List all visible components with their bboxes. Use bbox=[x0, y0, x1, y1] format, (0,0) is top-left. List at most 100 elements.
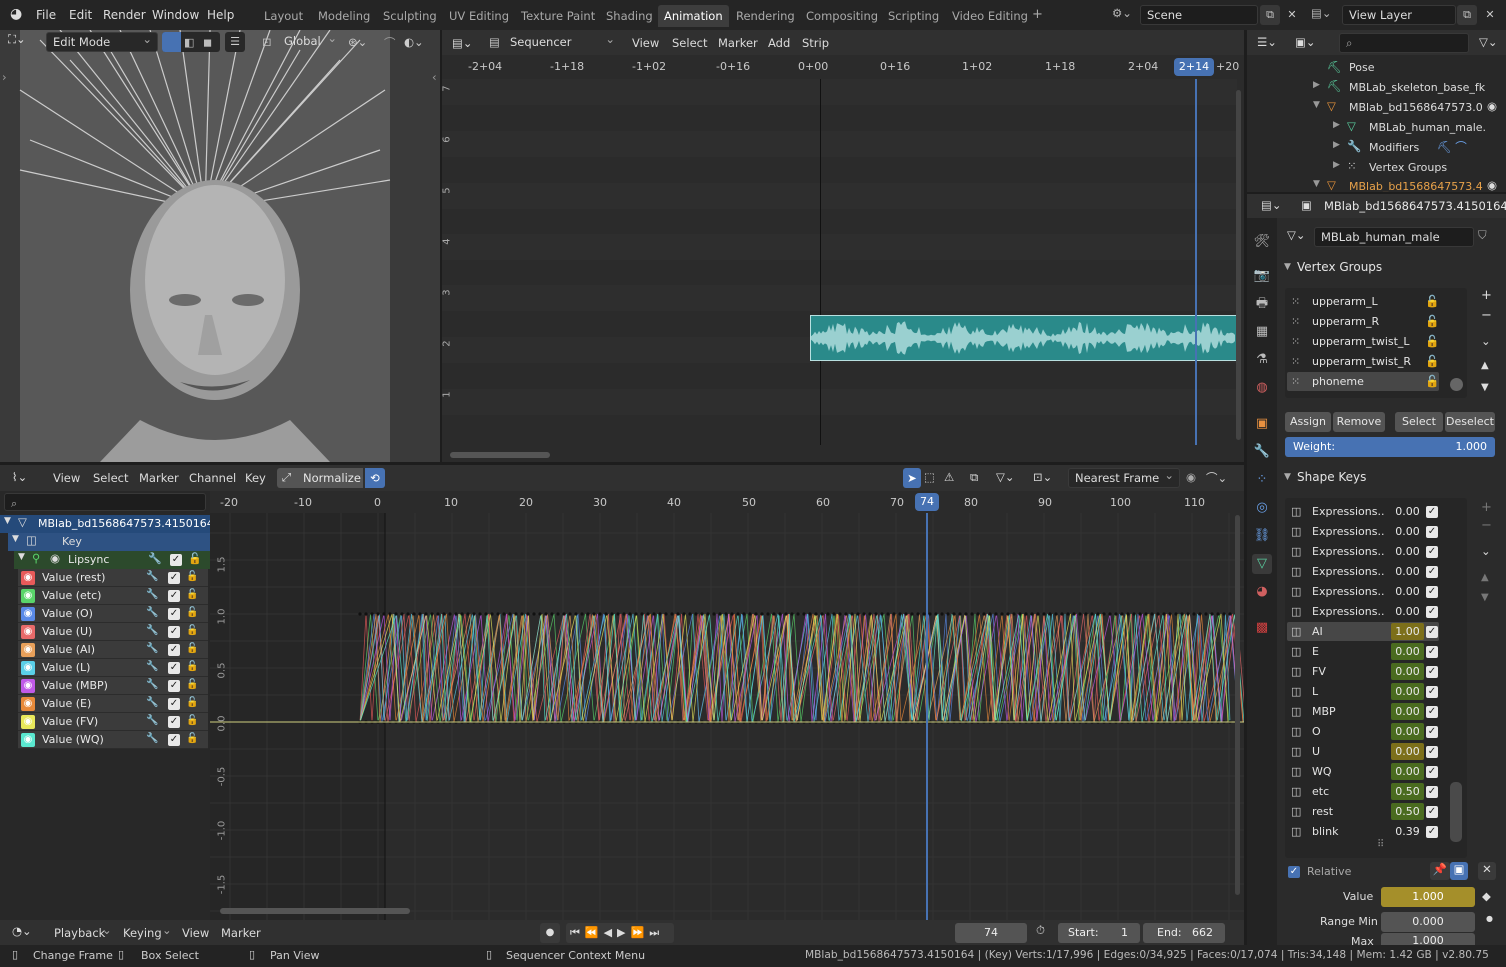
modifier-wrench-icon[interactable]: 🔧 bbox=[146, 733, 158, 744]
new-scene-icon[interactable]: ⧉ bbox=[1260, 5, 1280, 25]
menu-edit[interactable]: Edit bbox=[69, 8, 92, 22]
fcurve-channel[interactable]: ◉ Value (U) 🔧 ✓ 🔓 bbox=[18, 623, 208, 641]
shape-key-mute-checkbox[interactable]: ✓ bbox=[1426, 826, 1438, 838]
modifier-wrench-icon[interactable]: 🔧 bbox=[148, 552, 162, 565]
weight-slider[interactable]: Weight: 1.000 bbox=[1285, 437, 1495, 457]
lock-icon[interactable]: 🔓 bbox=[1425, 332, 1439, 351]
face-select-icon[interactable]: ◼ bbox=[203, 36, 212, 49]
deselect-button[interactable]: Deselect bbox=[1445, 412, 1495, 432]
seq-menu-add[interactable]: Add bbox=[768, 36, 790, 50]
viewport-3d[interactable]: ⛶⌄ Edit Mode ◧ ◼ ☰ ⊡ Global ⊛⌄ ⌒ ◐⌄ ‹ › bbox=[0, 30, 440, 462]
channel-region[interactable]: ⌕ ▼ ▽ MBlab_bd1568647573.4150164 ▼ ◫ Key… bbox=[0, 491, 214, 920]
shape-key-row[interactable]: ◫ WQ 0.00 ✓ bbox=[1287, 762, 1439, 781]
shape-key-value[interactable]: 0.00 bbox=[1391, 583, 1424, 600]
visibility-eye-icon[interactable]: ◉ bbox=[21, 697, 35, 711]
sequencer-editor-icon[interactable]: ▤⌄ bbox=[452, 36, 473, 50]
visibility-eye-icon[interactable]: ◉ bbox=[21, 625, 35, 639]
tab-uv-editing[interactable]: UV Editing bbox=[443, 5, 515, 27]
outliner-item[interactable]: MBLab_human_male. bbox=[1369, 121, 1486, 134]
proportional-edit-icon[interactable]: ◉ bbox=[1186, 470, 1196, 484]
lock-icon[interactable]: 🔓 bbox=[1425, 312, 1439, 331]
object-tab-icon[interactable]: ▣ bbox=[1252, 414, 1272, 434]
move-up-icon[interactable]: ▲ bbox=[1481, 360, 1489, 371]
tab-texture-paint[interactable]: Texture Paint bbox=[515, 5, 601, 27]
shape-key-row-active[interactable]: ◫ AI 1.00 ✓ bbox=[1287, 622, 1439, 641]
edit-mode-icon[interactable]: ▣ bbox=[1450, 862, 1468, 880]
shape-key-value[interactable]: 0.00 bbox=[1391, 663, 1424, 680]
shape-key-value[interactable]: 0.00 bbox=[1391, 743, 1424, 760]
shape-move-up-icon[interactable]: ▲ bbox=[1481, 572, 1489, 583]
menu-render[interactable]: Render bbox=[103, 8, 146, 22]
shape-keys-scrollbar[interactable] bbox=[1450, 782, 1462, 842]
world-tab-icon[interactable]: ◍ bbox=[1252, 378, 1272, 398]
physics-tab-icon[interactable]: ◎ bbox=[1252, 498, 1272, 518]
data-tab-icon[interactable]: ▽ bbox=[1252, 554, 1272, 574]
shape-key-row[interactable]: ◫ Expressions.. 0.00 ✓ bbox=[1287, 582, 1439, 601]
menu-file[interactable]: File bbox=[36, 8, 56, 22]
modifier-wrench-icon[interactable]: 🔧 bbox=[146, 697, 158, 708]
delete-view-layer-icon[interactable]: ✕ bbox=[1480, 5, 1500, 25]
fcurve-channel[interactable]: ◉ Value (AI) 🔧 ✓ 🔓 bbox=[18, 641, 208, 659]
fcurve-channel[interactable]: ◉ Value (rest) 🔧 ✓ 🔓 bbox=[18, 569, 208, 587]
mode-dropdown[interactable]: Edit Mode bbox=[46, 30, 158, 52]
scene-field[interactable]: Scene bbox=[1140, 5, 1258, 25]
add-vertex-group-icon[interactable]: + bbox=[1481, 288, 1492, 303]
panel-collapse-icon[interactable]: ▼ bbox=[1284, 262, 1291, 272]
timeline-menu-view[interactable]: View bbox=[182, 926, 209, 940]
shape-specials-icon[interactable]: ⌄ bbox=[1481, 544, 1491, 558]
properties-editor-icon[interactable]: ▤⌄ bbox=[1261, 198, 1282, 212]
remove-shape-key-icon[interactable]: − bbox=[1481, 518, 1492, 533]
shape-key-value[interactable]: 0.39 bbox=[1391, 823, 1424, 840]
shape-key-value[interactable]: 0.00 bbox=[1391, 503, 1424, 520]
modifier-wrench-icon[interactable]: 🔧 bbox=[146, 589, 158, 600]
warning-icon[interactable]: ⚠ bbox=[944, 470, 954, 484]
expand-arrow-icon[interactable]: ▶ bbox=[1333, 120, 1340, 130]
current-frame-badge[interactable]: 74 bbox=[915, 493, 939, 511]
lock-icon[interactable]: 🔓 bbox=[186, 697, 198, 708]
filter-icon[interactable]: ▽⌄ bbox=[1479, 35, 1497, 49]
expand-arrow-icon[interactable]: ▶ bbox=[1333, 160, 1340, 170]
menu-toggle-icon[interactable]: ☰ bbox=[225, 32, 245, 52]
outliner-tree[interactable]: ⛏ Pose ▶ ⛏ MBLab_skeleton_base_fk ▼ ▽ MB… bbox=[1247, 58, 1506, 192]
modifier-wrench-icon[interactable]: 🔧 bbox=[146, 607, 158, 618]
outliner-editor-icon[interactable]: ☰⌄ bbox=[1257, 35, 1277, 49]
shape-key-row[interactable]: ◫ FV 0.00 ✓ bbox=[1287, 662, 1439, 681]
tab-compositing[interactable]: Compositing bbox=[800, 5, 884, 27]
mute-checkbox[interactable]: ✓ bbox=[168, 644, 180, 656]
menu-window[interactable]: Window bbox=[152, 8, 199, 22]
shape-key-row[interactable]: ◫ MBP 0.00 ✓ bbox=[1287, 702, 1439, 721]
shape-key-value[interactable]: 0.00 bbox=[1391, 683, 1424, 700]
visibility-eye-icon[interactable]: ◉ bbox=[1487, 99, 1497, 113]
menu-help[interactable]: Help bbox=[207, 8, 234, 22]
mute-checkbox[interactable]: ✓ bbox=[168, 608, 180, 620]
move-down-icon[interactable]: ▼ bbox=[1481, 382, 1489, 393]
shape-key-value[interactable]: 1.00 bbox=[1391, 623, 1424, 640]
view-layer-field[interactable]: View Layer bbox=[1342, 5, 1456, 25]
visibility-eye-icon[interactable]: ◉ bbox=[21, 607, 35, 621]
graph-menu-channel[interactable]: Channel bbox=[189, 471, 236, 485]
tool-tab-icon[interactable]: 🛠 bbox=[1252, 232, 1272, 252]
mute-checkbox[interactable]: ✓ bbox=[170, 554, 182, 566]
panel-collapse-icon[interactable]: ▼ bbox=[1284, 472, 1291, 482]
lock-icon[interactable]: 🔓 bbox=[1425, 372, 1439, 391]
fcurve-channel[interactable]: ◉ Value (WQ) 🔧 ✓ 🔓 bbox=[18, 731, 208, 749]
record-icon[interactable]: ● bbox=[540, 923, 560, 943]
timeline-editor-icon[interactable]: ◔⌄ bbox=[12, 924, 32, 938]
box-select-tool-icon[interactable]: ⬚ bbox=[924, 470, 935, 484]
modifier-wrench-icon[interactable]: 🔧 bbox=[146, 625, 158, 636]
shape-key-value[interactable]: 0.00 bbox=[1391, 603, 1424, 620]
object-channel[interactable]: ▼ ▽ MBlab_bd1568647573.4150164 bbox=[0, 515, 214, 533]
select-mode-buttons[interactable]: ◧ ◼ bbox=[162, 32, 220, 52]
tab-shading[interactable]: Shading bbox=[600, 5, 659, 27]
shape-key-row[interactable]: ◫ etc 0.50 ✓ bbox=[1287, 782, 1439, 801]
view-layer-tab-icon[interactable]: ▦ bbox=[1252, 322, 1272, 342]
constraints-tab-icon[interactable]: ⛓ bbox=[1252, 526, 1272, 546]
clear-shape-icon[interactable]: ✕ bbox=[1478, 862, 1496, 880]
sound-strip[interactable] bbox=[810, 315, 1237, 361]
graph-canvas[interactable] bbox=[210, 513, 1244, 920]
graph-menu-select[interactable]: Select bbox=[93, 471, 128, 485]
material-tab-icon[interactable]: ◕ bbox=[1252, 582, 1272, 602]
timeline-menu-playback[interactable]: Playback bbox=[54, 926, 105, 940]
collapse-arrow-icon[interactable]: ‹ bbox=[432, 70, 437, 84]
sequencer-type-dropdown[interactable]: ▤ Sequencer bbox=[486, 30, 620, 53]
